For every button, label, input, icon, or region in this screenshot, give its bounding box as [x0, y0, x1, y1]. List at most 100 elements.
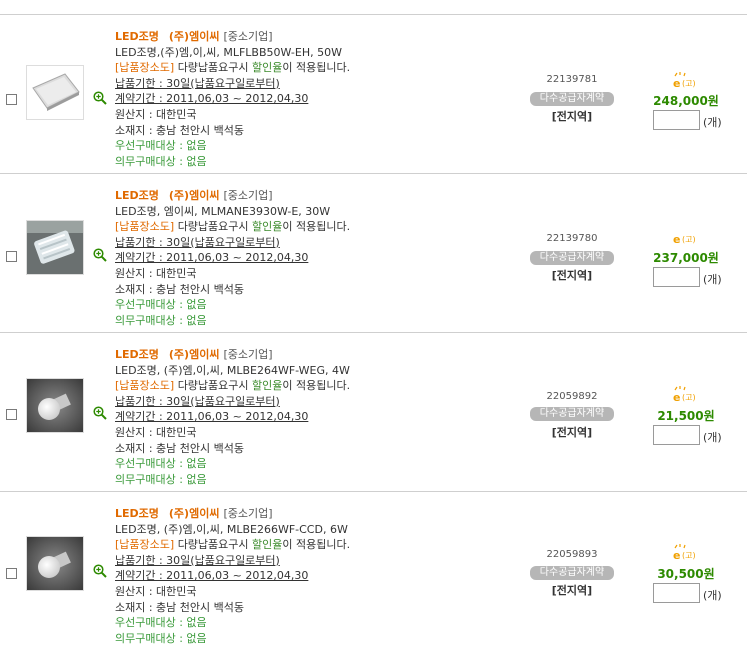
- product-name: LED조명,(주)엠,이,씨, MLFLBB50W-EH, 50W: [115, 45, 342, 59]
- discount-rate-link[interactable]: 할인율: [252, 220, 282, 233]
- company-link[interactable]: (주)엠이씨: [169, 348, 220, 361]
- discount-text-pre: 다량납품요구시: [177, 61, 249, 75]
- priority-purchase: 우선구매대상 : 없음: [115, 139, 207, 153]
- product-name: LED조명, (주)엠,이,씨, MLBE266WF-CCD, 6W: [115, 522, 348, 536]
- unit-label: (개): [703, 589, 722, 602]
- quantity-input[interactable]: [653, 583, 700, 603]
- svg-text:(고): (고): [682, 235, 696, 244]
- discount-text-post: 이 적용됩니다.: [282, 538, 351, 552]
- product-info: LED조명 (주)엠이씨 [중소기업] LED조명, 엠이씨, MLMANE3930…: [115, 188, 525, 328]
- discount-text-post: 이 적용됩니다.: [282, 61, 351, 75]
- e-procurement-icon: e (고): [672, 72, 702, 90]
- company-type-tag: [중소기업]: [223, 189, 273, 202]
- select-checkbox[interactable]: [6, 409, 17, 420]
- delivery-deadline: 납품기한 : 30일(납품요구일로부터): [115, 76, 280, 90]
- delivery-place-link[interactable]: [납품장소도]: [115, 61, 174, 74]
- product-row: LED조명 (주)엠이씨 [중소기업] LED조명,(주)엠,이,씨, MLFLBB…: [0, 15, 747, 174]
- company-link[interactable]: (주)엠이씨: [169, 189, 220, 202]
- contract-type-badge: 다수공급자계약: [530, 251, 614, 265]
- contract-period: 계약기간 : 2011,06,03 ~ 2012,04,30: [115, 410, 309, 424]
- contract-period: 계약기간 : 2011,06,03 ~ 2012,04,30: [115, 251, 309, 265]
- category-link[interactable]: LED조명: [115, 189, 159, 202]
- zoom-icon[interactable]: [93, 91, 107, 105]
- region-label: [전지역]: [551, 110, 593, 123]
- product-info: LED조명 (주)엠이씨 [중소기업] LED조명, (주)엠,이,씨, MLBE2…: [115, 506, 525, 646]
- contract-period: 계약기간 : 2011,06,03 ~ 2012,04,30: [115, 569, 309, 583]
- mandatory-purchase: 의무구매대상 : 없음: [115, 154, 207, 168]
- delivery-deadline: 납품기한 : 30일(납품요구일로부터): [115, 394, 280, 408]
- select-checkbox[interactable]: [6, 94, 17, 105]
- location: 소재지 : 충남 천안시 백석동: [115, 282, 245, 296]
- delivery-place-link[interactable]: [납품장소도]: [115, 538, 174, 551]
- quantity-input[interactable]: [653, 267, 700, 287]
- zoom-icon[interactable]: [93, 406, 107, 420]
- select-checkbox[interactable]: [6, 251, 17, 262]
- quantity-input[interactable]: [653, 110, 700, 130]
- product-row: LED조명 (주)엠이씨 [중소기업] LED조명, (주)엠,이,씨, MLBE2…: [0, 333, 747, 492]
- product-name: LED조명, (주)엠,이,씨, MLBE264WF-WEG, 4W: [115, 363, 350, 377]
- product-thumbnail-bulb[interactable]: [26, 378, 84, 433]
- location: 소재지 : 충남 천안시 백석동: [115, 600, 245, 614]
- svg-text:(고): (고): [682, 551, 696, 560]
- mandatory-purchase: 의무구매대상 : 없음: [115, 472, 207, 486]
- discount-text-pre: 다량납품요구시: [177, 220, 249, 234]
- discount-text-post: 이 적용됩니다.: [282, 220, 351, 234]
- price: 21,500원: [657, 409, 715, 423]
- region-label: [전지역]: [551, 426, 593, 439]
- contract-period: 계약기간 : 2011,06,03 ~ 2012,04,30: [115, 92, 309, 106]
- product-thumbnail-bulb[interactable]: [26, 536, 84, 591]
- contract-type-badge: 다수공급자계약: [530, 566, 614, 580]
- category-link[interactable]: LED조명: [115, 348, 159, 361]
- category-link[interactable]: LED조명: [115, 507, 159, 520]
- svg-text:e: e: [673, 77, 680, 88]
- delivery-place-link[interactable]: [납품장소도]: [115, 220, 174, 233]
- product-code: 22139780: [546, 233, 598, 244]
- e-procurement-icon: e (고): [672, 386, 702, 404]
- region-label: [전지역]: [551, 584, 593, 597]
- product-code: 22059893: [546, 549, 598, 560]
- priority-purchase: 우선구매대상 : 없음: [115, 298, 207, 312]
- company-type-tag: [중소기업]: [223, 30, 273, 43]
- unit-label: (개): [703, 273, 722, 286]
- delivery-deadline: 납품기한 : 30일(납품요구일로부터): [115, 553, 280, 567]
- discount-rate-link[interactable]: 할인율: [252, 61, 282, 74]
- discount-rate-link[interactable]: 할인율: [252, 379, 282, 392]
- discount-text-pre: 다량납품요구시: [177, 379, 249, 393]
- discount-rate-link[interactable]: 할인율: [252, 538, 282, 551]
- product-thumbnail-panel-light[interactable]: [26, 65, 84, 120]
- discount-text-pre: 다량납품요구시: [177, 538, 249, 552]
- price: 30,500원: [657, 567, 715, 581]
- price: 248,000원: [653, 94, 719, 108]
- location: 소재지 : 충남 천안시 백석동: [115, 123, 245, 137]
- product-thumbnail-corn-bulb[interactable]: [26, 220, 84, 275]
- price: 237,000원: [653, 251, 719, 265]
- mandatory-purchase: 의무구매대상 : 없음: [115, 631, 207, 645]
- company-link[interactable]: (주)엠이씨: [169, 30, 220, 43]
- product-info: LED조명 (주)엠이씨 [중소기업] LED조명, (주)엠,이,씨, MLBE2…: [115, 347, 525, 487]
- origin: 원산지 : 대한민국: [115, 584, 197, 598]
- select-checkbox[interactable]: [6, 568, 17, 579]
- e-procurement-icon: e (고): [672, 230, 702, 246]
- mandatory-purchase: 의무구매대상 : 없음: [115, 313, 207, 327]
- e-procurement-icon: e (고): [672, 544, 702, 562]
- unit-label: (개): [703, 116, 722, 129]
- delivery-deadline: 납품기한 : 30일(납품요구일로부터): [115, 235, 280, 249]
- quantity-input[interactable]: [653, 425, 700, 445]
- svg-text:e: e: [673, 391, 680, 402]
- product-name: LED조명, 엠이씨, MLMANE3930W-E, 30W: [115, 204, 331, 218]
- company-link[interactable]: (주)엠이씨: [169, 507, 220, 520]
- zoom-icon[interactable]: [93, 564, 107, 578]
- origin: 원산지 : 대한민국: [115, 266, 197, 280]
- zoom-icon[interactable]: [93, 248, 107, 262]
- location: 소재지 : 충남 천안시 백석동: [115, 441, 245, 455]
- product-info: LED조명 (주)엠이씨 [중소기업] LED조명,(주)엠,이,씨, MLFLBB…: [115, 29, 525, 169]
- priority-purchase: 우선구매대상 : 없음: [115, 616, 207, 630]
- contract-type-badge: 다수공급자계약: [530, 92, 614, 106]
- product-code: 22059892: [546, 391, 598, 402]
- svg-text:e: e: [673, 549, 680, 560]
- region-label: [전지역]: [551, 269, 593, 282]
- category-link[interactable]: LED조명: [115, 30, 159, 43]
- contract-type-badge: 다수공급자계약: [530, 407, 614, 421]
- priority-purchase: 우선구매대상 : 없음: [115, 457, 207, 471]
- delivery-place-link[interactable]: [납품장소도]: [115, 379, 174, 392]
